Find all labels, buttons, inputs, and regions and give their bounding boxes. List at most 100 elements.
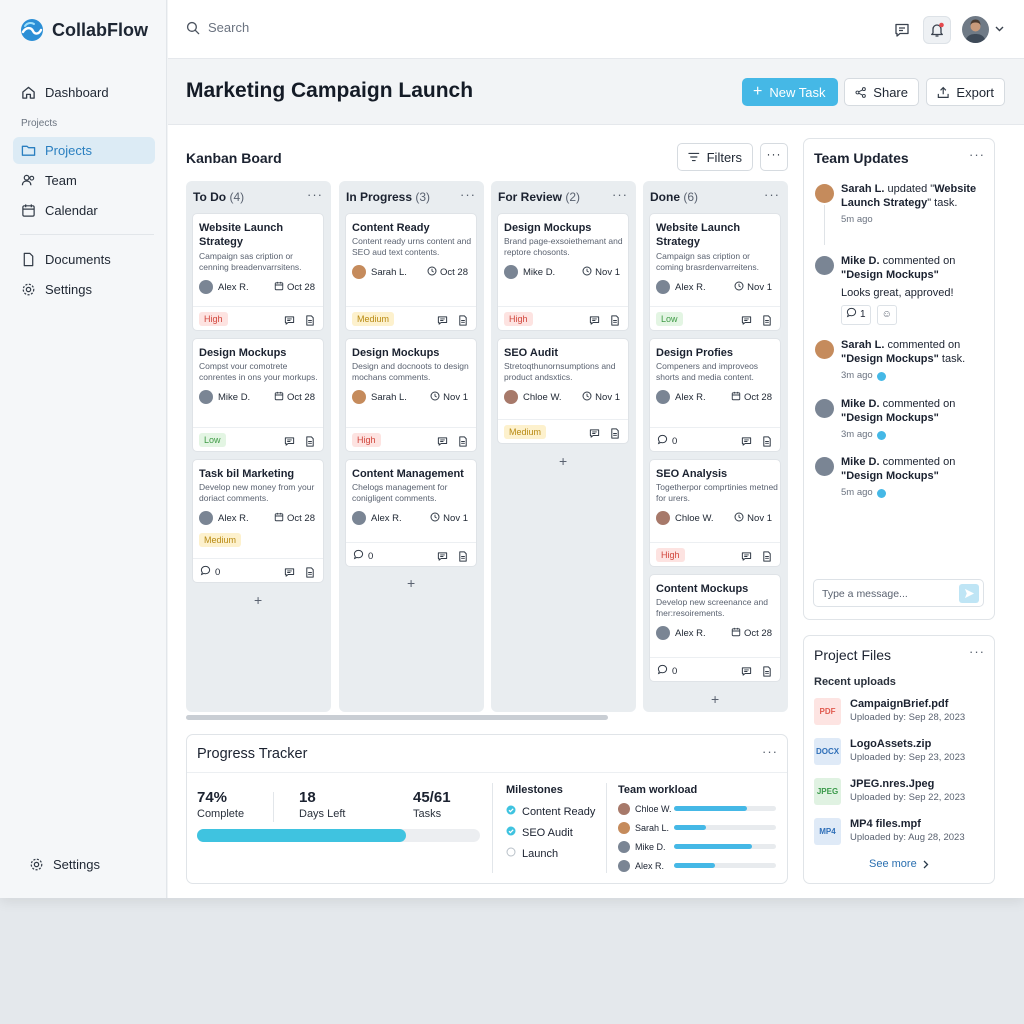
attachment-icon[interactable] bbox=[458, 313, 468, 331]
attachment-icon[interactable] bbox=[305, 313, 315, 331]
task-card[interactable]: Website Launch Strategy Campaign sas crip… bbox=[649, 213, 781, 331]
board-horizontal-scrollbar[interactable] bbox=[186, 715, 608, 720]
assignee-name: Mike D. bbox=[218, 391, 251, 403]
comment-count[interactable]: 0 bbox=[657, 664, 677, 678]
file-item[interactable]: JPEG JPEG.nres.Jpeg Uploaded by: Sep 22, 2… bbox=[814, 778, 965, 805]
progress-more-icon[interactable]: ··· bbox=[762, 744, 778, 759]
reply-count[interactable]: 1 bbox=[841, 305, 871, 325]
task-card[interactable]: Design Mockups Design and docnoots to des… bbox=[345, 338, 477, 452]
add-card-button[interactable]: + bbox=[254, 592, 262, 608]
search-input[interactable]: Search bbox=[186, 20, 249, 35]
sidebar-item-dashboard[interactable]: Dashboard bbox=[13, 79, 155, 106]
file-name: JPEG.nres.Jpeg bbox=[850, 778, 935, 790]
task-card[interactable]: Task bil Marketing Develop new money from… bbox=[192, 459, 324, 583]
chat-icon[interactable] bbox=[437, 313, 448, 331]
chat-icon[interactable] bbox=[741, 549, 752, 567]
chat-icon[interactable] bbox=[589, 426, 600, 444]
chat-icon[interactable] bbox=[284, 313, 295, 331]
column-more-icon[interactable]: ··· bbox=[764, 187, 780, 202]
comment-count[interactable]: 0 bbox=[353, 549, 373, 563]
user-avatar[interactable] bbox=[962, 16, 989, 43]
task-card[interactable]: Design Mockups Compst vour comotrete conr… bbox=[192, 338, 324, 452]
chat-icon[interactable] bbox=[284, 434, 295, 452]
attachment-icon[interactable] bbox=[762, 549, 772, 567]
chat-icon[interactable] bbox=[741, 664, 752, 682]
column-more-icon[interactable]: ··· bbox=[307, 187, 323, 202]
chat-icon[interactable] bbox=[741, 313, 752, 331]
filters-button[interactable]: Filters bbox=[677, 143, 753, 171]
attachment-icon[interactable] bbox=[610, 313, 620, 331]
kanban-column-to-do: To Do (4) ··· Website Launch Strategy Campa… bbox=[186, 181, 331, 712]
task-card[interactable]: Content Mockups Develop new screenance an… bbox=[649, 574, 781, 682]
new-task-button[interactable]: + New Task bbox=[742, 78, 838, 106]
task-card[interactable]: Design Profies Compeners and improveos sh… bbox=[649, 338, 781, 452]
attachment-icon[interactable] bbox=[305, 565, 315, 583]
message-input[interactable]: Type a message... bbox=[813, 579, 984, 607]
priority-badge: Medium bbox=[352, 312, 395, 326]
chat-icon[interactable] bbox=[589, 313, 600, 331]
share-button[interactable]: Share bbox=[844, 78, 919, 106]
attachment-icon[interactable] bbox=[610, 426, 620, 444]
clock-icon bbox=[427, 266, 437, 279]
task-due-date: Nov 1 bbox=[582, 391, 620, 404]
update-target: "Design Mockups" bbox=[841, 412, 939, 424]
file-meta: Uploaded by: Aug 28, 2023 bbox=[850, 832, 965, 843]
messages-button[interactable] bbox=[888, 16, 916, 44]
comment-count[interactable]: 0 bbox=[200, 565, 220, 579]
chat-icon[interactable] bbox=[284, 565, 295, 583]
milestones-divider bbox=[492, 783, 493, 873]
chat-icon[interactable] bbox=[437, 434, 448, 452]
team-updates-more-icon[interactable]: ··· bbox=[969, 147, 985, 162]
sidebar-item-team[interactable]: Team bbox=[13, 167, 155, 194]
add-card-button[interactable]: + bbox=[559, 453, 567, 469]
complete-percent: 74% bbox=[197, 789, 228, 806]
attachment-icon[interactable] bbox=[305, 434, 315, 452]
column-more-icon[interactable]: ··· bbox=[460, 187, 476, 202]
update-target: "Design Mockups" bbox=[841, 269, 939, 281]
kanban-column-in-progress: In Progress (3) ··· Content Ready Content r… bbox=[339, 181, 484, 712]
column-more-icon[interactable]: ··· bbox=[612, 187, 628, 202]
sidebar: CollabFlow Dashboard Projects Projects T… bbox=[0, 0, 167, 898]
avatar bbox=[199, 280, 213, 294]
attachment-icon[interactable] bbox=[458, 549, 468, 567]
see-more-link[interactable]: See more bbox=[869, 858, 929, 870]
task-description: Develop new money from your doriact comm… bbox=[199, 482, 315, 503]
file-item[interactable]: DOCX LogoAssets.zip Uploaded by: Sep 23, 2… bbox=[814, 738, 965, 765]
task-card[interactable]: SEO Analysis Togetherpor comprtinies metn… bbox=[649, 459, 781, 567]
comment-count[interactable]: 0 bbox=[657, 434, 677, 448]
sidebar-bottom-settings[interactable]: Settings bbox=[21, 851, 163, 878]
sidebar-item-calendar[interactable]: Calendar bbox=[13, 197, 155, 224]
sidebar-item-projects[interactable]: Projects bbox=[13, 137, 155, 164]
task-title: SEO Analysis bbox=[656, 468, 728, 480]
card-actions bbox=[437, 313, 468, 331]
add-card-button[interactable]: + bbox=[407, 575, 415, 591]
attachment-icon[interactable] bbox=[458, 434, 468, 452]
add-reaction-icon[interactable]: ☺ bbox=[876, 305, 897, 325]
file-item[interactable]: PDF CampaignBrief.pdf Uploaded by: Sep 28,… bbox=[814, 698, 965, 725]
add-card-button[interactable]: + bbox=[711, 691, 719, 707]
kanban-more-button[interactable]: ··· bbox=[760, 143, 788, 171]
task-card[interactable]: Website Launch Strategy Campaign sas crip… bbox=[192, 213, 324, 331]
export-button[interactable]: Export bbox=[926, 78, 1005, 106]
file-item[interactable]: MP4 MP4 files.mpf Uploaded by: Aug 28, 202… bbox=[814, 818, 965, 845]
sidebar-item-documents[interactable]: Documents bbox=[13, 246, 155, 273]
chat-icon bbox=[895, 23, 909, 37]
task-card[interactable]: Content Ready Content ready urns content … bbox=[345, 213, 477, 331]
sidebar-item-settings[interactable]: Settings bbox=[13, 276, 155, 303]
task-card[interactable]: Design Mockups Brand page-exsoiethemant a… bbox=[497, 213, 629, 331]
chevron-down-icon[interactable] bbox=[995, 26, 1004, 32]
app-logo[interactable]: CollabFlow bbox=[20, 18, 148, 42]
attachment-icon[interactable] bbox=[762, 434, 772, 452]
task-description: Togetherpor comprtinies metned for urers… bbox=[656, 482, 778, 503]
task-card[interactable]: SEO Audit Stretoqthunornsumptions and pro… bbox=[497, 338, 629, 444]
notifications-button[interactable] bbox=[923, 16, 951, 44]
update-time-text: 3m ago bbox=[841, 429, 873, 440]
priority-badge: Medium bbox=[199, 533, 242, 547]
attachment-icon[interactable] bbox=[762, 313, 772, 331]
task-card[interactable]: Content Management Chelogs management for… bbox=[345, 459, 477, 567]
chat-icon[interactable] bbox=[741, 434, 752, 452]
project-files-more-icon[interactable]: ··· bbox=[969, 644, 985, 659]
attachment-icon[interactable] bbox=[762, 664, 772, 682]
chat-icon[interactable] bbox=[437, 549, 448, 567]
send-button[interactable] bbox=[959, 584, 979, 603]
